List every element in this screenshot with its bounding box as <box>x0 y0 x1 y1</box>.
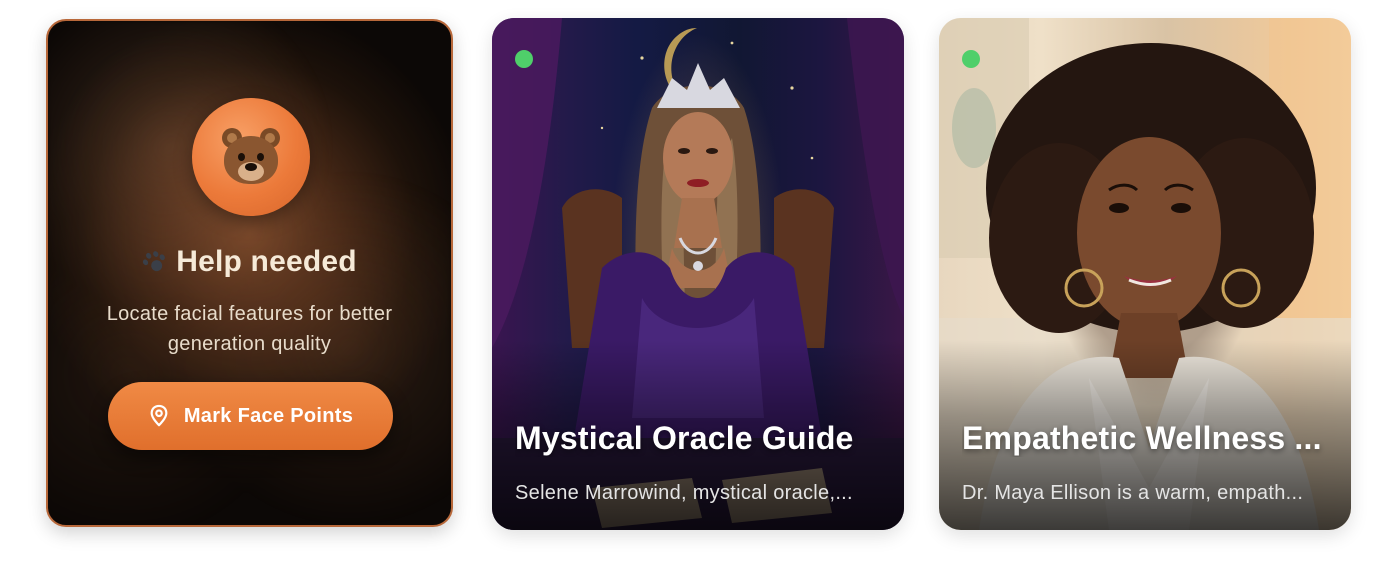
mark-face-points-label: Mark Face Points <box>183 404 354 427</box>
help-description: Locate facial features for better genera… <box>106 303 393 355</box>
character-title: Mystical Oracle Guide <box>515 420 854 456</box>
online-status-dot <box>515 50 533 68</box>
character-card-mystical-oracle[interactable]: Mystical Oracle Guide Selene Marrowind, … <box>492 18 904 530</box>
character-description: Dr. Maya Ellison is a warm, empath... <box>962 482 1304 504</box>
help-needed-card: Help needed Locate facial features for b… <box>46 19 453 527</box>
help-title-row: Help needed <box>48 245 451 279</box>
location-pin-icon <box>150 404 168 427</box>
paw-icon <box>138 246 171 279</box>
online-status-dot <box>962 50 980 68</box>
character-title: Empathetic Wellness ... <box>962 420 1322 456</box>
character-card-empathetic-wellness[interactable]: Empathetic Wellness ... Dr. Maya Ellison… <box>939 18 1351 530</box>
help-title: Help needed <box>176 245 357 278</box>
mark-face-points-button[interactable]: Mark Face Points <box>108 382 393 450</box>
character-description: Selene Marrowind, mystical oracle,... <box>515 482 853 504</box>
character-grid: Help needed Locate facial features for b… <box>0 0 1400 574</box>
bear-icon <box>192 98 310 216</box>
